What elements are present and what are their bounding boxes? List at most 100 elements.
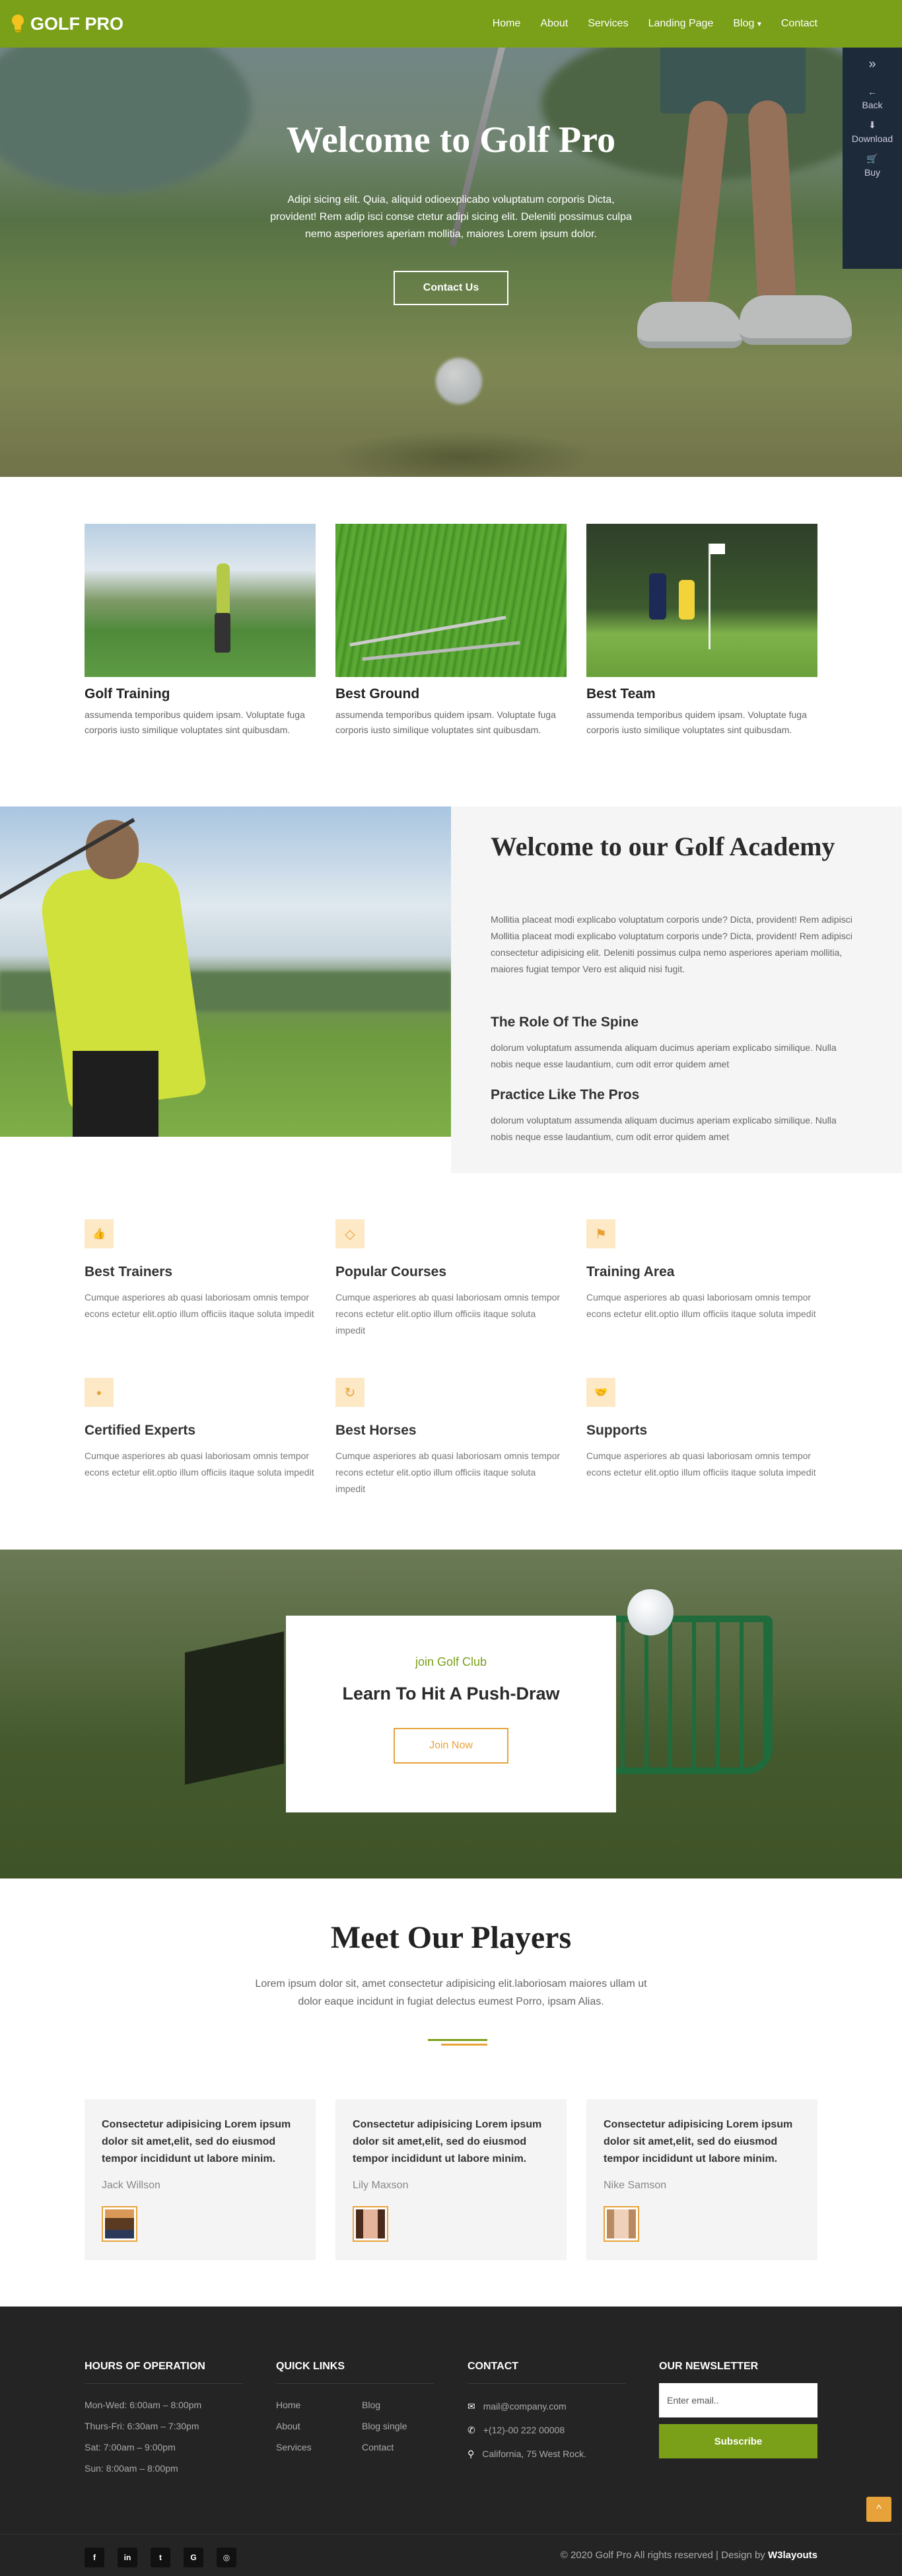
nav-contact[interactable]: Contact xyxy=(781,18,817,30)
player-figure xyxy=(649,573,666,620)
player-figure xyxy=(679,580,695,620)
player-card: Consectetur adipisicing Lorem ipsum dolo… xyxy=(586,2099,817,2260)
golf-training-image xyxy=(85,524,316,677)
cart-icon: 🛒 xyxy=(866,153,878,164)
academy-heading-pros: Practice Like The Pros xyxy=(491,1087,640,1102)
player-name: Lily Maxson xyxy=(353,2180,409,2191)
contact-email[interactable]: ✉ mail@company.com xyxy=(468,2394,626,2418)
double-chevron-right-icon: » xyxy=(868,57,876,71)
contact-phone[interactable]: ✆ +(12)-00 222 00008 xyxy=(468,2418,626,2442)
hero-overlay xyxy=(0,48,902,477)
github-icon[interactable]: ◎ xyxy=(217,2548,236,2567)
ball-basket xyxy=(594,1616,773,1774)
copyright: © 2020 Golf Pro All rights reserved | De… xyxy=(561,2550,817,2561)
nav-landing-page[interactable]: Landing Page xyxy=(648,18,714,30)
subscribe-button[interactable]: Subscribe xyxy=(659,2424,817,2458)
feature-title: Best Trainers xyxy=(85,1264,173,1279)
footer-link-blog-single[interactable]: Blog single xyxy=(362,2415,407,2437)
side-buy-label: Buy xyxy=(864,167,881,178)
feature-title: Popular Courses xyxy=(335,1264,447,1279)
feature-text: Cumque asperiores ab quasi laboriosam om… xyxy=(335,1292,561,1336)
golf-ball xyxy=(627,1589,674,1635)
feature-text: Cumque asperiores ab quasi laboriosam om… xyxy=(335,1450,561,1494)
academy-text-pros: dolorum voluptatum assumenda aliquam duc… xyxy=(491,1115,837,1142)
linkedin-icon[interactable]: in xyxy=(118,2548,137,2567)
feature-item: 👍 Best Trainers Cumque asperiores ab qua… xyxy=(85,1219,316,1322)
avatar xyxy=(102,2206,137,2242)
nav-blog[interactable]: Blog ▾ xyxy=(733,18,761,30)
twitter-icon[interactable]: t xyxy=(151,2548,170,2567)
academy-text-spine: dolorum voluptatum assumenda aliquam duc… xyxy=(491,1042,837,1069)
footer-hours: HOURS OF OPERATION Mon-Wed: 6:00am – 8:0… xyxy=(85,2361,243,2479)
flag xyxy=(711,544,725,554)
golfer-pants xyxy=(73,1051,158,1137)
avatar xyxy=(604,2206,639,2242)
feature-title: Training Area xyxy=(586,1264,675,1279)
diamond-icon: ◇ xyxy=(335,1219,364,1248)
side-buy-button[interactable]: 🛒 Buy xyxy=(864,153,880,178)
designer-link[interactable]: W3layouts xyxy=(768,2550,817,2561)
title-divider xyxy=(441,2044,487,2046)
newsletter-email-input[interactable]: Enter email.. xyxy=(659,2383,817,2417)
hero-banner xyxy=(0,48,902,477)
phone-icon: ✆ xyxy=(468,2425,475,2435)
card-text: assumenda temporibus quidem ipsam. Volup… xyxy=(335,709,556,735)
hours-row: Thurs-Fri: 6:30am – 7:30pm xyxy=(85,2421,199,2431)
facebook-icon[interactable]: f xyxy=(85,2548,104,2567)
hero-text: Adipi sicing elit. Quia, aliquid odioexp… xyxy=(270,194,632,240)
side-back-label: Back xyxy=(862,100,883,110)
main-menu: Home About Services Landing Page Blog ▾ … xyxy=(493,18,817,30)
join-card: join Golf Club Learn To Hit A Push-Draw … xyxy=(286,1616,616,1812)
player-card: Consectetur adipisicing Lorem ipsum dolo… xyxy=(85,2099,316,2260)
academy-heading-spine: The Role Of The Spine xyxy=(491,1015,639,1030)
footer-quick-links: QUICK LINKS Home About Services Blog Blo… xyxy=(276,2361,434,2458)
side-toggle-button[interactable]: » xyxy=(868,57,876,72)
brand-logo[interactable]: GOLF PRO xyxy=(11,14,123,34)
refresh-icon: ↻ xyxy=(335,1378,364,1407)
card-title: Golf Training xyxy=(85,686,170,701)
google-icon[interactable]: G xyxy=(184,2548,203,2567)
footer-link-contact[interactable]: Contact xyxy=(362,2437,407,2458)
feature-text: Cumque asperiores ab quasi laboriosam om… xyxy=(586,1292,816,1319)
players-intro: Lorem ipsum dolor sit, amet consectetur … xyxy=(255,1978,647,2007)
top-navbar: GOLF PRO Home About Services Landing Pag… xyxy=(0,0,902,48)
footer-link-blog[interactable]: Blog xyxy=(362,2394,407,2415)
side-download-label: Download xyxy=(851,133,893,144)
player-name: Nike Samson xyxy=(604,2180,667,2191)
arrow-left-icon: ← xyxy=(868,87,877,97)
hours-row: Sun: 8:00am – 8:00pm xyxy=(85,2463,178,2474)
golf-club xyxy=(349,616,506,647)
copyright-text: © 2020 Golf Pro All rights reserved | De… xyxy=(560,2550,768,2561)
side-back-button[interactable]: ← Back xyxy=(862,87,882,110)
best-team-image xyxy=(586,524,817,677)
mail-icon: ✉ xyxy=(468,2401,475,2412)
location-icon: ⚲ xyxy=(468,2449,475,2459)
footer-link-services[interactable]: Services xyxy=(276,2437,362,2458)
join-now-button[interactable]: Join Now xyxy=(394,1728,508,1764)
service-card: Best Team assumenda temporibus quidem ip… xyxy=(586,524,817,738)
chevron-up-icon: ^ xyxy=(876,2503,882,2515)
golfer-head xyxy=(86,820,139,879)
golf-bag xyxy=(185,1631,284,1785)
download-icon: ⬇ xyxy=(868,120,876,130)
nav-services[interactable]: Services xyxy=(588,18,628,30)
brand-name: GOLF PRO xyxy=(30,13,123,34)
feature-text: Cumque asperiores ab quasi laboriosam om… xyxy=(85,1450,314,1478)
flag-icon: ⚑ xyxy=(586,1219,615,1248)
feature-item: 🤝 Supports Cumque asperiores ab quasi la… xyxy=(586,1378,817,1481)
feature-item: ⚑ Training Area Cumque asperiores ab qua… xyxy=(586,1219,817,1322)
handshake-icon: 🤝 xyxy=(586,1378,615,1407)
nav-blog-label: Blog xyxy=(733,18,755,29)
scroll-to-top-button[interactable]: ^ xyxy=(866,2497,891,2522)
contact-us-button[interactable]: Contact Us xyxy=(394,271,508,305)
feature-item: ◇ Popular Courses Cumque asperiores ab q… xyxy=(335,1219,567,1339)
footer-link-home[interactable]: Home xyxy=(276,2394,362,2415)
join-title: Learn To Hit A Push-Draw xyxy=(342,1684,560,1703)
golfer-figure xyxy=(215,613,230,653)
golf-club xyxy=(362,641,520,661)
side-download-button[interactable]: ⬇ Download xyxy=(852,120,893,144)
nav-about[interactable]: About xyxy=(540,18,568,30)
nav-home[interactable]: Home xyxy=(493,18,521,30)
players-title: Meet Our Players xyxy=(330,1920,572,1955)
footer-link-about[interactable]: About xyxy=(276,2415,362,2437)
